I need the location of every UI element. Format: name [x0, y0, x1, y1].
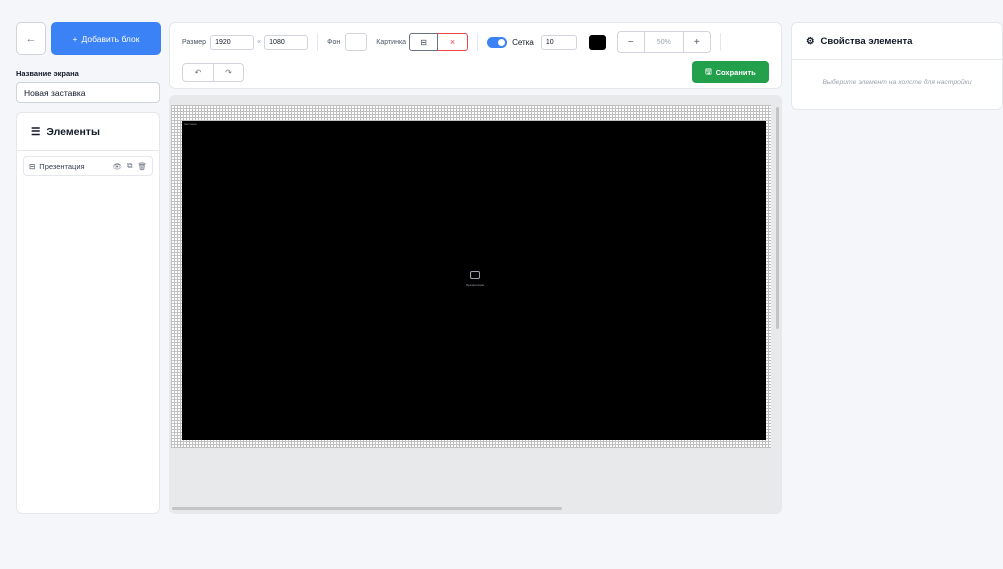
presentation-icon: ⊟ — [29, 161, 36, 171]
list-icon: ☰ — [31, 125, 41, 138]
presentation-icon[interactable] — [470, 271, 480, 279]
image-label: Картинка — [376, 38, 407, 46]
undo-icon: ↶ — [194, 68, 202, 77]
bg-label: Фон — [327, 38, 341, 46]
trash-icon[interactable]: 🗑 — [137, 162, 147, 171]
grid-label: Сетка — [512, 37, 534, 47]
screen-corner-label: Заставка — [184, 122, 197, 126]
screen-preview[interactable]: Заставка Презентация — [182, 121, 766, 440]
zoom-control: − 50% + — [616, 31, 711, 53]
zoom-in-button[interactable]: + — [684, 32, 710, 52]
horizontal-scrollbar[interactable] — [172, 507, 562, 510]
properties-panel: ⚙ Свойства элемента Выберите элемент на … — [791, 22, 1003, 110]
undo-button[interactable]: ↶ — [183, 64, 213, 81]
grid-color-picker[interactable] — [588, 34, 606, 50]
toolbar: Размер 1920 × 1080 Фон Картинка ⊟ × Сетк… — [169, 22, 782, 89]
presentation-element-label: Презентация — [465, 283, 485, 287]
add-block-label: Добавить блок — [81, 33, 140, 44]
back-button[interactable]: ← — [16, 22, 46, 55]
size-label: Размер — [182, 38, 207, 46]
grid-toggle[interactable] — [487, 36, 508, 48]
history-group: ↶ ↷ — [182, 63, 244, 82]
screen-name-label: Название экрана — [16, 69, 79, 78]
vertical-scrollbar[interactable] — [776, 107, 779, 329]
elements-panel: ☰ Элементы ⊟ Презентация 👁 ⧉ 🗑 — [16, 112, 160, 514]
bg-color-picker[interactable] — [345, 33, 368, 51]
divider — [719, 33, 721, 51]
height-input[interactable]: 1080 — [264, 34, 309, 50]
redo-button[interactable]: ↷ — [213, 64, 243, 81]
width-input[interactable]: 1920 — [210, 34, 255, 50]
list-item[interactable]: ⊟ Презентация 👁 ⧉ 🗑 — [23, 156, 153, 176]
redo-icon: ↷ — [225, 68, 232, 77]
save-button[interactable]: 🖫 Сохранить — [692, 61, 769, 83]
grid-size-input[interactable]: 10 — [540, 34, 577, 50]
elements-header: ☰ Элементы — [17, 113, 159, 151]
divider — [477, 33, 479, 51]
canvas-area[interactable]: Заставка Презентация — [169, 95, 782, 514]
properties-title: Свойства элемента — [820, 35, 913, 47]
times-sign: × — [257, 38, 262, 46]
image-upload-button[interactable]: ⊟ — [409, 33, 439, 51]
plus-icon: + — [72, 33, 78, 44]
image-icon: ⊟ — [420, 37, 427, 47]
zoom-value: 50% — [643, 32, 684, 52]
save-label: Сохранить — [715, 67, 756, 77]
elements-title: Элементы — [46, 125, 100, 138]
canvas-grid: Заставка Презентация — [171, 105, 771, 448]
image-clear-button[interactable]: × — [438, 33, 469, 51]
list-item-label: Презентация — [39, 161, 85, 171]
properties-hint: Выберите элемент на холсте для настройки — [822, 79, 972, 86]
arrow-left-icon: ← — [25, 32, 37, 45]
save-icon: 🖫 — [705, 66, 712, 76]
eye-icon[interactable]: 👁 — [113, 162, 123, 171]
sliders-icon: ⚙ — [806, 35, 815, 47]
divider — [317, 33, 319, 51]
close-icon: × — [449, 37, 456, 47]
copy-icon[interactable]: ⧉ — [127, 161, 132, 171]
screen-name-input[interactable] — [16, 82, 160, 103]
zoom-out-button[interactable]: − — [618, 32, 644, 52]
add-block-button[interactable]: + Добавить блок — [51, 22, 161, 55]
properties-header: ⚙ Свойства элемента — [792, 23, 1002, 60]
